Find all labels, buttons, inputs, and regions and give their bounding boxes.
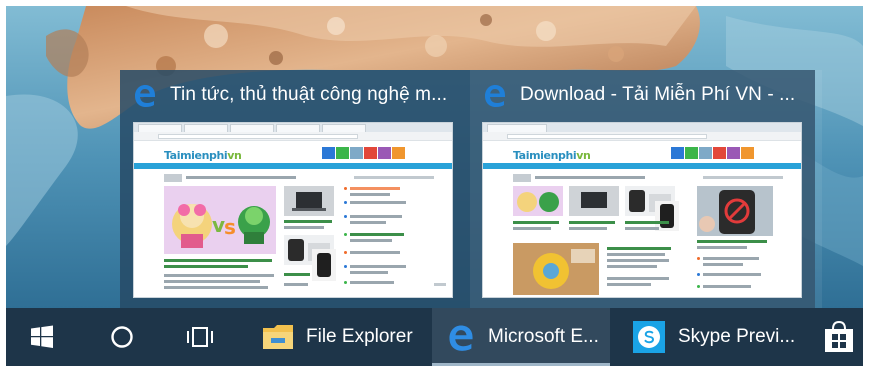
start-button[interactable] — [6, 308, 78, 366]
site-logo: Taimienphivn — [513, 149, 591, 162]
window-thumbnail-2[interactable]: Download - Tải Miễn Phí VN - ... Taimien… — [470, 70, 822, 308]
taskbar-app-microsoft-edge[interactable]: Microsoft E... — [432, 308, 610, 366]
taskbar-app-label: Skype Previ... — [678, 326, 796, 347]
folder-icon — [263, 325, 293, 349]
article-image — [513, 243, 599, 295]
window-title: Download - Tải Miễn Phí VN - ... — [520, 84, 796, 105]
social-buttons — [671, 147, 755, 159]
browser-address-bar — [134, 132, 452, 141]
edge-icon — [485, 85, 505, 107]
browser-tab-strip — [134, 123, 452, 132]
article-image — [312, 249, 336, 281]
taskbar-app-label: Microsoft E... — [488, 326, 599, 347]
browser-address-bar — [483, 132, 801, 141]
site-nav-bar — [134, 163, 452, 169]
taskbar: File Explorer Microsoft E... Skype Previ… — [6, 308, 863, 366]
cortana-search-button[interactable] — [98, 308, 146, 366]
page-preview: Taimienphivn v s — [133, 122, 453, 298]
window-title: Tin tức, thủ thuật công nghệ m... — [170, 84, 448, 105]
browser-tab-strip — [483, 123, 801, 132]
article-image — [284, 186, 334, 216]
store-bag-icon — [824, 321, 853, 352]
social-buttons — [322, 147, 406, 159]
article-image — [569, 186, 619, 216]
taskbar-app-file-explorer[interactable]: File Explorer — [250, 308, 422, 366]
task-view-icon — [187, 327, 213, 347]
edge-icon — [449, 325, 473, 351]
site-nav-bar — [483, 163, 801, 169]
cortana-circle-icon — [111, 326, 133, 348]
taskbar-thumbnail-flyout: Tin tức, thủ thuật công nghệ m... Taimie… — [120, 70, 822, 308]
store-button[interactable] — [814, 308, 863, 366]
site-logo: Taimienphivn — [164, 149, 242, 162]
window-thumbnail-1[interactable]: Tin tức, thủ thuật công nghệ m... Taimie… — [120, 70, 472, 308]
task-view-button[interactable] — [174, 308, 226, 366]
windows-logo-icon — [31, 325, 53, 348]
skype-icon — [633, 321, 665, 353]
article-image — [697, 186, 773, 236]
edge-icon — [135, 85, 155, 107]
window-thumbnail-header: Download - Tải Miễn Phí VN - ... — [482, 80, 795, 110]
article-image — [513, 186, 563, 216]
article-image: v s — [164, 186, 276, 254]
svg-text:s: s — [224, 215, 236, 239]
page-preview: Taimienphivn — [482, 122, 802, 298]
taskbar-app-label: File Explorer — [306, 326, 413, 347]
window-thumbnail-header: Tin tức, thủ thuật công nghệ m... — [132, 80, 447, 110]
taskbar-app-skype-preview[interactable]: Skype Previ... — [618, 308, 802, 366]
